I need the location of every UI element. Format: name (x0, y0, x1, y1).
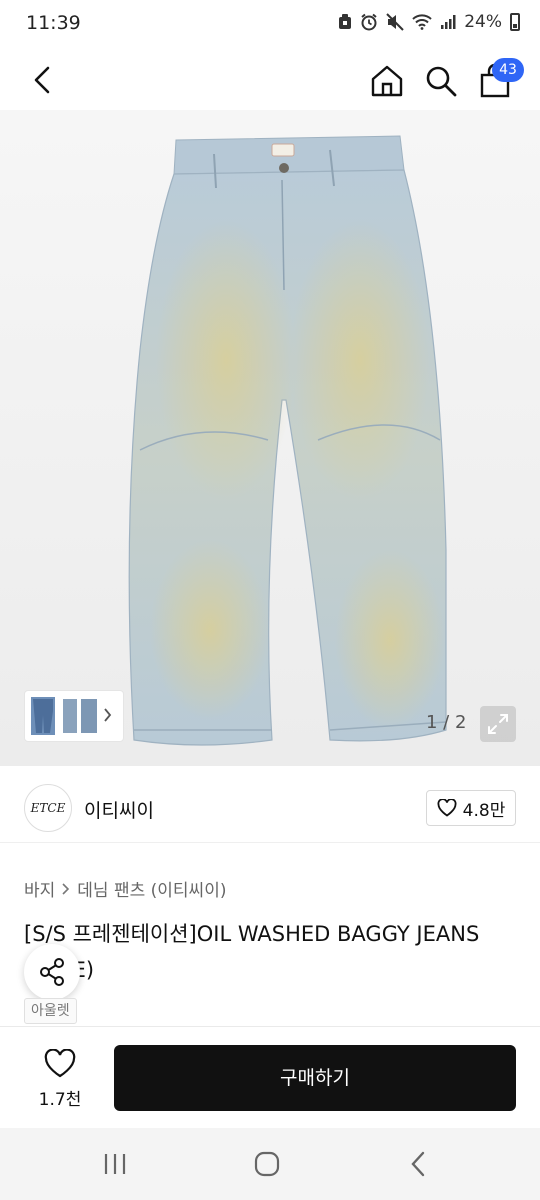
alarm-icon (361, 13, 377, 31)
expand-icon (488, 714, 508, 734)
heart-icon (44, 1048, 76, 1078)
product-title: [S/S 프레젠테이션]OIL WASHED BAGGY JEANS (BLUE… (24, 922, 480, 982)
mute-icon (386, 13, 404, 31)
product-image[interactable] (0, 110, 540, 766)
wifi-icon (412, 14, 432, 30)
share-button[interactable] (24, 944, 80, 1000)
image-page-indicator: 1 / 2 (426, 712, 467, 733)
brand-like-count: 4.8만 (462, 800, 506, 821)
search-icon[interactable] (422, 62, 460, 100)
recent-apps-icon[interactable] (100, 1150, 130, 1178)
breadcrumb-category[interactable]: 바지 (24, 876, 55, 901)
thumbnail-strip[interactable] (24, 690, 124, 742)
brand-logo[interactable]: ETCE (24, 784, 72, 832)
bottom-action-bar: 1.7천 구매하기 (0, 1026, 540, 1129)
back-arrow-icon[interactable] (26, 62, 62, 98)
heart-icon (437, 799, 457, 817)
jeans-photo (128, 135, 447, 746)
brand-name[interactable]: 이티씨이 (84, 796, 154, 823)
brand-like-button[interactable]: 4.8만 (426, 790, 516, 826)
breadcrumb: 바지 데님 팬츠 (이티씨이) (24, 876, 226, 901)
brand-row[interactable]: ETCE 이티씨이 4.8만 (0, 778, 540, 843)
signal-icon (441, 15, 456, 29)
battery-percent: 24% (464, 12, 502, 32)
share-icon (40, 958, 64, 986)
wishlist-button[interactable]: 1.7천 (30, 1045, 90, 1115)
home-icon[interactable] (368, 62, 406, 100)
notification-app-icon (339, 14, 352, 29)
battery-icon (510, 13, 520, 31)
chevron-right-icon (62, 882, 70, 895)
status-bar: 11:39 24% (0, 0, 540, 50)
thumbnail-images (31, 697, 112, 735)
expand-image-button[interactable] (480, 706, 516, 742)
app-header (0, 50, 540, 110)
home-nav-icon[interactable] (252, 1150, 282, 1178)
buy-button[interactable]: 구매하기 (114, 1045, 516, 1111)
wishlist-count: 1.7천 (38, 1090, 82, 1110)
cart-count-badge: 43 (492, 58, 524, 82)
status-time: 11:39 (26, 12, 81, 34)
status-icons: 24% (338, 12, 520, 32)
back-nav-icon[interactable] (404, 1150, 434, 1178)
system-nav-bar (0, 1128, 540, 1200)
outlet-tag: 아울렛 (24, 998, 77, 1024)
breadcrumb-subcategory[interactable]: 데님 팬츠 (이티씨이) (77, 876, 226, 901)
